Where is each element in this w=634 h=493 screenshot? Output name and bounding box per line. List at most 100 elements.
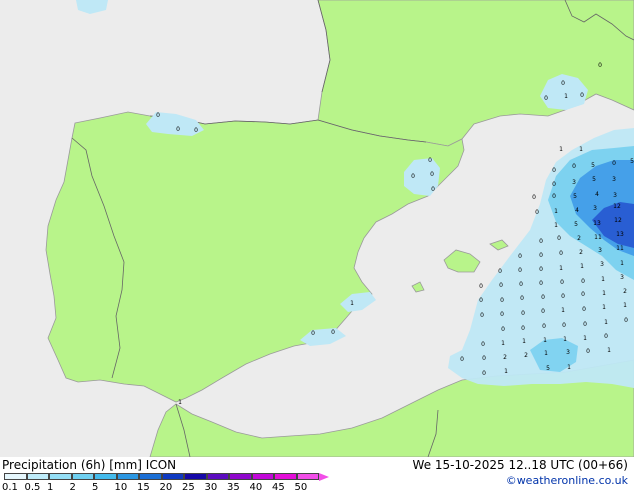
- color-scale-label: 35: [227, 482, 240, 493]
- station-value: 5: [573, 193, 577, 200]
- station-value: 0: [479, 283, 483, 290]
- station-value: 0: [431, 186, 435, 193]
- station-value: 0: [501, 326, 505, 333]
- color-scale-arrow: [319, 473, 329, 481]
- station-value: 3: [598, 247, 602, 254]
- color-scale-label: 10: [114, 482, 128, 493]
- station-value: 0: [542, 323, 546, 330]
- station-value: 0: [480, 312, 484, 319]
- station-value: 3: [620, 274, 624, 281]
- color-scale-swatch: [161, 473, 184, 480]
- station-value: 1: [580, 263, 584, 270]
- color-scale-label: 0.5: [24, 482, 41, 493]
- station-value: 3: [600, 261, 604, 268]
- color-scale-label: 2: [69, 482, 76, 493]
- station-value: 5: [546, 365, 550, 372]
- color-scale-label: 50: [294, 482, 308, 493]
- station-value: 0: [604, 333, 608, 340]
- color-scale-swatch: [139, 473, 162, 480]
- station-value: 2: [503, 354, 507, 361]
- station-value: 5: [574, 221, 578, 228]
- station-value: 1: [563, 336, 567, 343]
- station-value: 0: [561, 293, 565, 300]
- color-scale-swatch: [94, 473, 117, 480]
- color-scale-swatch: [206, 473, 229, 480]
- station-value: 5: [592, 176, 596, 183]
- station-value: 0: [482, 370, 486, 377]
- valid-time: We 15-10-2025 12..18 UTC (00+66): [412, 458, 628, 472]
- credit-link[interactable]: ©weatheronline.co.uk: [506, 474, 628, 487]
- station-value: 1: [607, 347, 611, 354]
- station-value: 0: [428, 157, 432, 164]
- station-value: 0: [519, 281, 523, 288]
- station-value: 0: [586, 348, 590, 355]
- color-scale-swatch: [296, 473, 319, 480]
- color-scale-label: 15: [137, 482, 150, 493]
- station-value: 0: [156, 112, 160, 119]
- station-value: 1: [501, 340, 505, 347]
- station-value: 4: [575, 207, 579, 214]
- station-value: 1: [623, 302, 627, 309]
- station-value: 1: [579, 146, 583, 153]
- station-value: 0: [482, 355, 486, 362]
- station-value: 0: [331, 329, 335, 336]
- station-value: 1: [554, 208, 558, 215]
- color-scale-swatch: [184, 473, 207, 480]
- color-scale-label: 0.1: [2, 482, 18, 493]
- station-value: 0: [430, 171, 434, 178]
- station-value: 0: [479, 297, 483, 304]
- station-value: 0: [520, 295, 524, 302]
- station-value: 0: [499, 282, 503, 289]
- station-value: 2: [623, 288, 627, 295]
- station-value: 0: [624, 317, 628, 324]
- color-scale-label: 40: [249, 482, 263, 493]
- station-value: 1: [561, 307, 565, 314]
- station-value: 0: [481, 341, 485, 348]
- station-value: 0: [518, 267, 522, 274]
- station-value: 3: [612, 176, 616, 183]
- station-value: 3: [613, 192, 617, 199]
- station-value: 2: [524, 352, 528, 359]
- station-value: 0: [559, 250, 563, 257]
- station-value: 0: [194, 127, 198, 134]
- color-scale-label: 5: [92, 482, 99, 493]
- station-value: 5: [630, 158, 634, 165]
- station-value: 0: [518, 253, 522, 260]
- color-scale-swatch: [71, 473, 94, 480]
- station-value: 0: [460, 356, 464, 363]
- station-value: 1: [178, 399, 182, 406]
- color-scale-swatch: [49, 473, 72, 480]
- station-value: 3: [593, 205, 597, 212]
- station-value: 11: [594, 234, 602, 241]
- station-value: 0: [557, 235, 561, 242]
- station-value: 1: [559, 146, 563, 153]
- station-value: 0: [500, 297, 504, 304]
- station-value: 0: [521, 325, 525, 332]
- station-value: 1: [602, 290, 606, 297]
- station-value: 1: [544, 350, 548, 357]
- station-value: 1: [567, 364, 571, 371]
- station-value: 0: [544, 95, 548, 102]
- station-value: 0: [539, 238, 543, 245]
- legend-footer: Precipitation (6h) [mm] ICON We 15-10-20…: [0, 457, 634, 493]
- station-value: 1: [583, 335, 587, 342]
- station-value: 1: [504, 368, 508, 375]
- station-value: 2: [579, 249, 583, 256]
- station-value: 0: [411, 173, 415, 180]
- station-value: 1: [522, 338, 526, 345]
- station-value: 1: [559, 265, 563, 272]
- station-value: 0: [552, 167, 556, 174]
- station-value: 1: [602, 304, 606, 311]
- station-value: 0: [541, 308, 545, 315]
- station-value: 4: [595, 191, 599, 198]
- color-scale-swatch: [116, 473, 139, 480]
- station-value: 0: [532, 194, 536, 201]
- color-scale-label: 20: [159, 482, 173, 493]
- color-scale-label: 45: [272, 482, 285, 493]
- station-value: 0: [552, 181, 556, 188]
- station-value: 1: [620, 260, 624, 267]
- station-value: 0: [583, 321, 587, 328]
- station-value: 0: [541, 294, 545, 301]
- color-scale-label: 1: [47, 482, 54, 493]
- color-scale-label: 25: [182, 482, 195, 493]
